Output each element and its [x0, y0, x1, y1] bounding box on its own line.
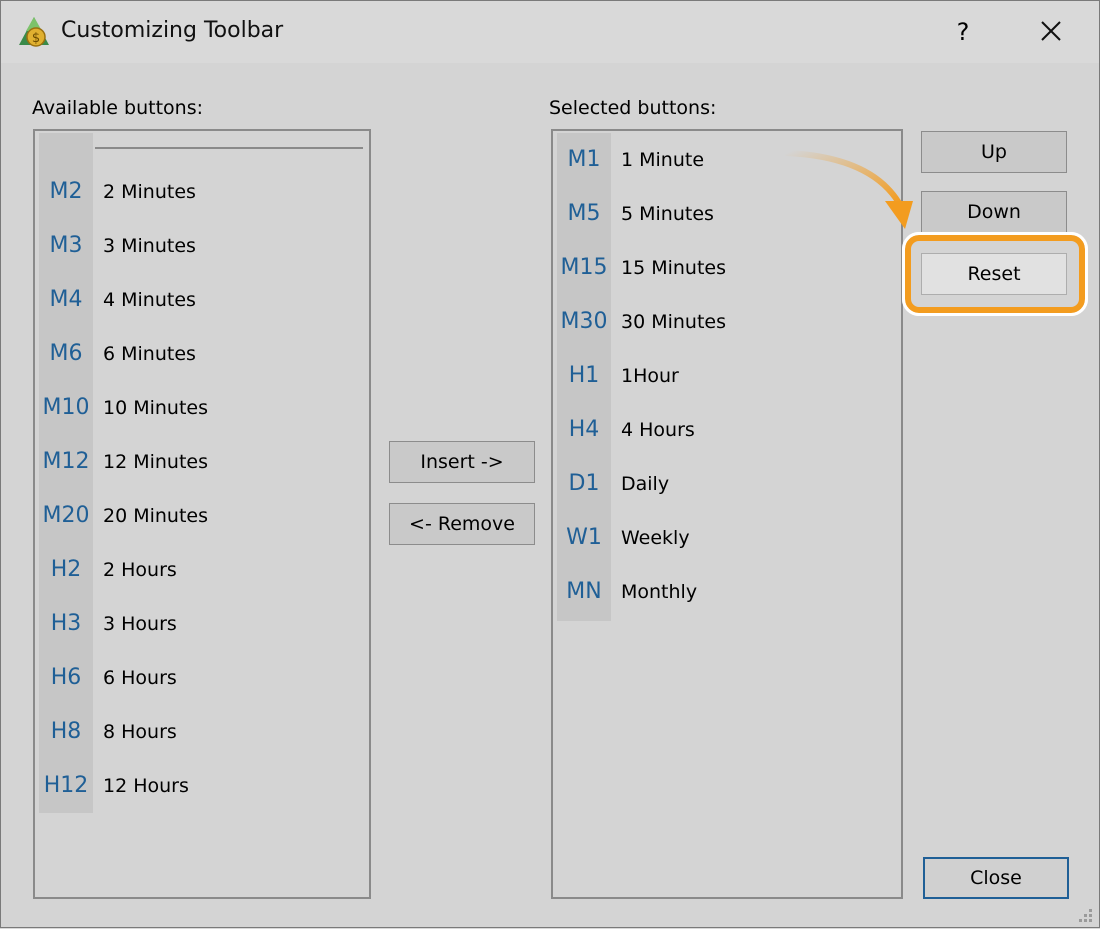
timeframe-code: M30 — [560, 309, 608, 334]
available-list-item[interactable]: H8 8 Hours — [39, 705, 359, 759]
selected-buttons-label: Selected buttons: — [549, 97, 717, 119]
timeframe-name: 8 Hours — [103, 721, 177, 743]
reset-highlight-frame — [902, 232, 1088, 316]
timeframe-name: 12 Hours — [103, 775, 189, 797]
available-list-item[interactable]: M4 4 Minutes — [39, 273, 359, 327]
timeframe-code: D1 — [568, 471, 600, 496]
available-list-item[interactable]: M20 20 Minutes — [39, 489, 359, 543]
remove-button[interactable]: <- Remove — [389, 503, 535, 545]
timeframe-name: 1 Minute — [621, 149, 705, 171]
timeframe-name: 5 Minutes — [621, 203, 714, 225]
available-buttons-label: Available buttons: — [32, 97, 204, 119]
timeframe-name: 15 Minutes — [621, 257, 727, 279]
up-button[interactable]: Up — [921, 131, 1067, 173]
timeframe-name: 4 Minutes — [103, 289, 196, 311]
timeframe-name: 6 Minutes — [103, 343, 196, 365]
timeframe-code: H4 — [568, 417, 600, 442]
timeframe-code: H1 — [568, 363, 600, 388]
timeframe-code: M5 — [567, 201, 601, 226]
available-list-item[interactable]: M10 10 Minutes — [39, 381, 359, 435]
timeframe-name: 10 Minutes — [103, 397, 209, 419]
timeframe-name: Daily — [621, 473, 670, 495]
available-list-item[interactable]: M6 6 Minutes — [39, 327, 359, 381]
available-list-item[interactable]: M3 3 Minutes — [39, 219, 359, 273]
timeframe-code: H6 — [50, 665, 82, 690]
timeframe-code: M15 — [560, 255, 608, 280]
timeframe-name: 6 Hours — [103, 667, 177, 689]
timeframe-name: 2 Minutes — [103, 181, 196, 203]
timeframe-code: M1 — [567, 147, 601, 172]
selected-list-item[interactable]: M30 30 Minutes — [557, 295, 877, 349]
pointer-arrow-icon — [784, 150, 913, 229]
available-list-item[interactable]: H6 6 Hours — [39, 651, 359, 705]
selected-list-item[interactable]: W1 Weekly — [557, 511, 877, 565]
timeframe-name: 12 Minutes — [103, 451, 209, 473]
metatrader-app-icon: $ — [19, 17, 49, 47]
timeframe-code: M12 — [42, 449, 90, 474]
timeframe-code: H3 — [50, 611, 82, 636]
timeframe-code: M3 — [49, 233, 83, 258]
selected-list-item[interactable]: H1 1Hour — [557, 349, 877, 403]
timeframe-code: H8 — [50, 719, 82, 744]
available-list-item[interactable]: M2 2 Minutes — [39, 165, 359, 219]
timeframe-name: 20 Minutes — [103, 505, 209, 527]
insert-button[interactable]: Insert -> — [389, 441, 535, 483]
timeframe-name: 2 Hours — [103, 559, 177, 581]
customizing-toolbar-dialog: $ Customizing Toolbar ? Available button… — [0, 0, 1100, 928]
timeframe-name: 4 Hours — [621, 419, 695, 441]
selected-buttons-list[interactable]: M1 1 Minute M5 5 Minutes M15 15 Minutes M30 30 … — [551, 129, 903, 899]
timeframe-code: M4 — [49, 287, 83, 312]
dialog-body: Available buttons: M2 2 Minutes M3 3 Minute… — [1, 63, 1099, 927]
timeframe-name: 1Hour — [621, 365, 679, 387]
selected-list-item[interactable]: H4 4 Hours — [557, 403, 877, 457]
timeframe-name: 3 Minutes — [103, 235, 196, 257]
available-list-item[interactable]: M12 12 Minutes — [39, 435, 359, 489]
available-list-item[interactable]: H3 3 Hours — [39, 597, 359, 651]
available-list-item[interactable]: H2 2 Hours — [39, 543, 359, 597]
timeframe-code: H2 — [50, 557, 82, 582]
timeframe-code: M2 — [49, 179, 83, 204]
timeframe-name: 30 Minutes — [621, 311, 727, 333]
close-window-icon[interactable] — [1033, 15, 1069, 49]
selected-list-item[interactable]: M15 15 Minutes — [557, 241, 877, 295]
available-buttons-list[interactable]: M2 2 Minutes M3 3 Minutes M4 4 Minutes M6 6 Min… — [33, 129, 371, 899]
timeframe-code: MN — [566, 579, 602, 604]
selected-list-item[interactable]: D1 Daily — [557, 457, 877, 511]
title-bar: $ Customizing Toolbar ? — [1, 1, 1099, 63]
svg-text:$: $ — [32, 31, 40, 46]
window-title: Customizing Toolbar — [61, 18, 284, 43]
timeframe-name: Weekly — [621, 527, 690, 549]
timeframe-code: W1 — [566, 525, 602, 550]
timeframe-code: M6 — [49, 341, 83, 366]
selected-list-item[interactable]: MN Monthly — [557, 565, 877, 619]
timeframe-name: 3 Hours — [103, 613, 177, 635]
down-button[interactable]: Down — [921, 191, 1067, 233]
close-button[interactable]: Close — [923, 857, 1069, 899]
timeframe-code: H12 — [43, 773, 89, 798]
resize-grip-icon[interactable] — [1075, 905, 1095, 925]
timeframe-code: M10 — [42, 395, 90, 420]
timeframe-code: M20 — [42, 503, 90, 528]
available-list-item[interactable]: H12 12 Hours — [39, 759, 359, 813]
separator-item[interactable] — [95, 147, 363, 149]
help-button[interactable]: ? — [947, 15, 979, 49]
timeframe-name: Monthly — [621, 581, 698, 603]
